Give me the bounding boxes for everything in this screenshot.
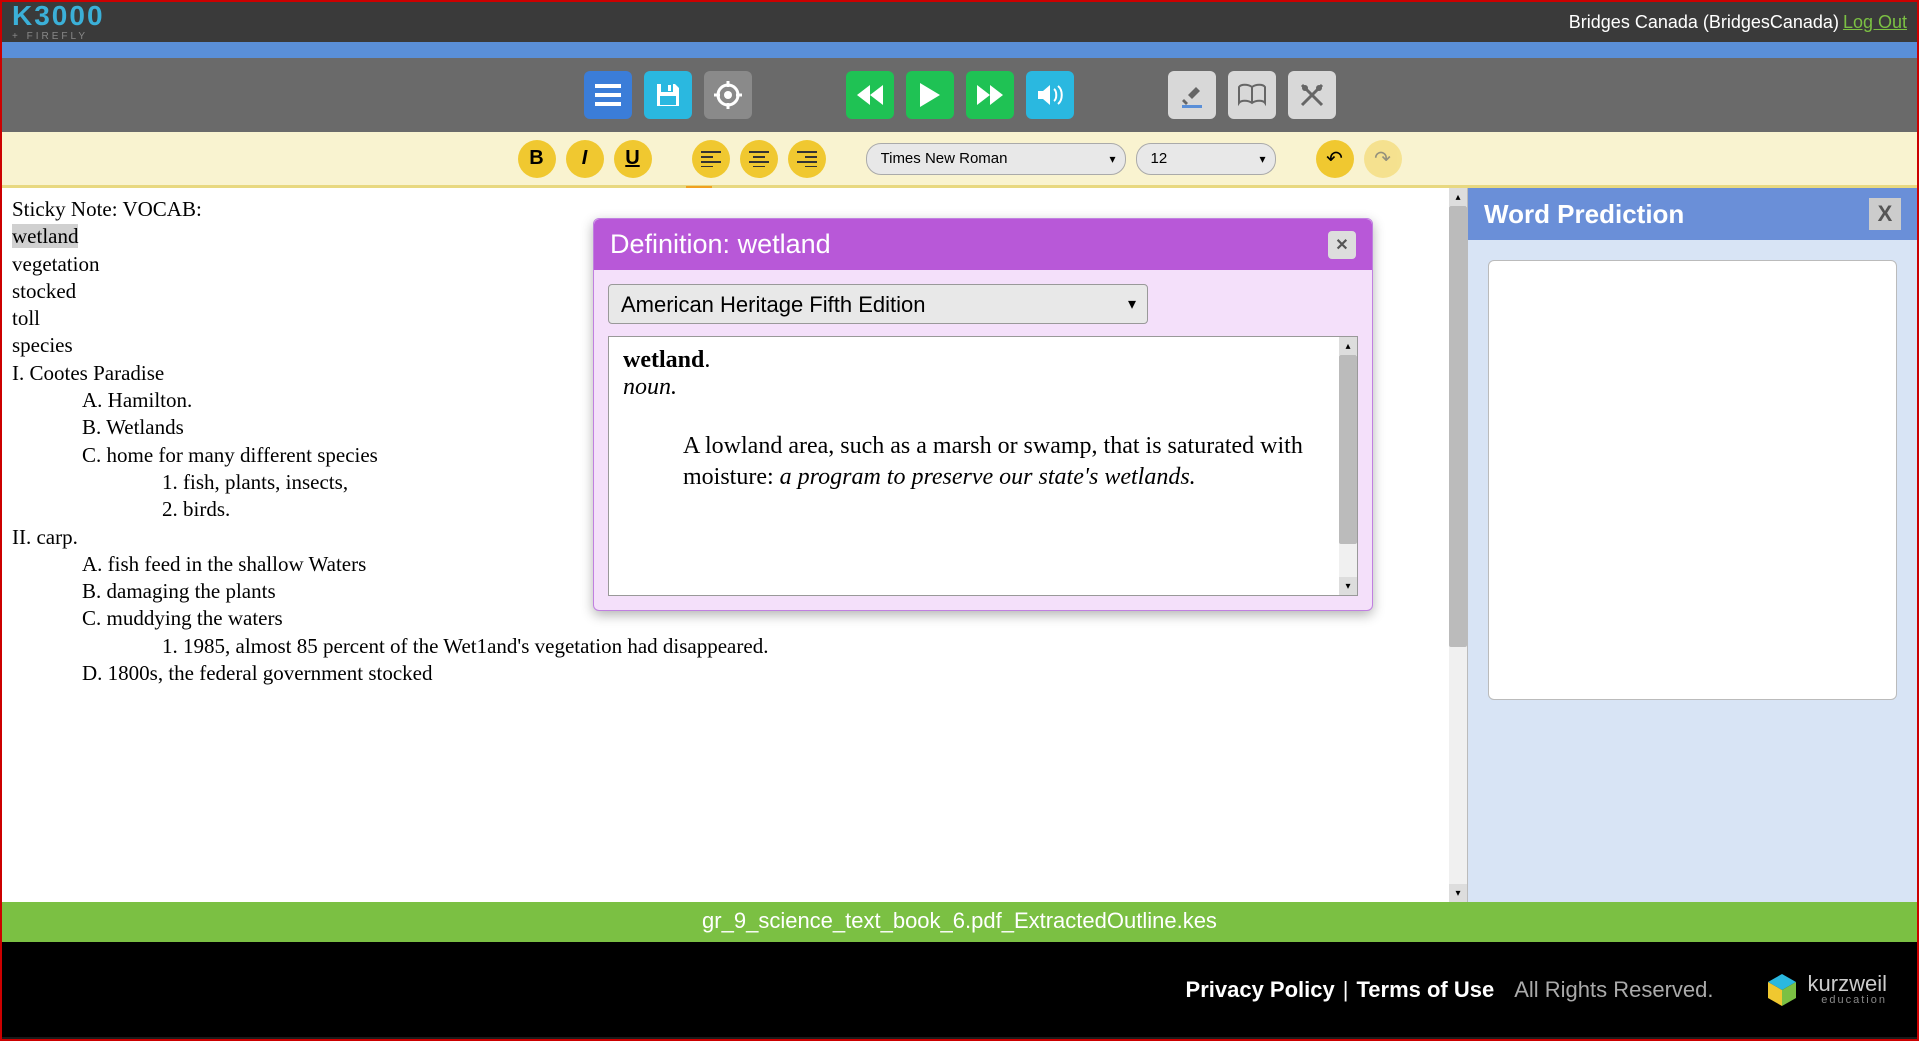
- user-info: Bridges Canada (BridgesCanada): [1569, 12, 1839, 33]
- definition-text: wetland. noun. A lowland area, such as a…: [608, 336, 1358, 596]
- cube-icon: [1764, 972, 1800, 1008]
- logout-link[interactable]: Log Out: [1843, 12, 1907, 33]
- menu-button[interactable]: [584, 71, 632, 119]
- definition-popup: Definition: wetland ✕ American Heritage …: [593, 218, 1373, 611]
- close-icon[interactable]: X: [1869, 198, 1901, 230]
- rewind-button[interactable]: [846, 71, 894, 119]
- format-toolbar: B I U Times New Roman 12 ↶ ↷: [2, 132, 1917, 188]
- filename-bar: gr_9_science_text_book_6.pdf_ExtractedOu…: [2, 902, 1917, 942]
- undo-button[interactable]: ↶: [1316, 140, 1354, 178]
- scroll-thumb[interactable]: [1339, 355, 1357, 544]
- definition-title: Definition: wetland: [610, 229, 831, 260]
- vocab-word-highlighted[interactable]: wetland: [12, 224, 78, 248]
- save-button[interactable]: [644, 71, 692, 119]
- brand-name: kurzweil: [1808, 973, 1887, 995]
- close-icon[interactable]: ✕: [1328, 231, 1356, 259]
- audio-button[interactable]: [1026, 71, 1074, 119]
- outline-line[interactable]: D. 1800s, the federal government stocked: [12, 660, 1457, 687]
- bold-button[interactable]: B: [518, 140, 556, 178]
- footer: Privacy Policy | Terms of Use All Rights…: [2, 942, 1917, 1037]
- brand-logo[interactable]: kurzweil education: [1764, 972, 1887, 1008]
- definition-word: wetland: [623, 347, 704, 373]
- rights-text: All Rights Reserved.: [1514, 977, 1713, 1003]
- word-prediction-title: Word Prediction: [1484, 199, 1684, 230]
- tools-button[interactable]: [1288, 71, 1336, 119]
- definition-pos: noun.: [623, 374, 677, 400]
- scroll-up-arrow[interactable]: ▴: [1339, 337, 1357, 355]
- forward-button[interactable]: [966, 71, 1014, 119]
- filename: gr_9_science_text_book_6.pdf_ExtractedOu…: [702, 908, 1217, 933]
- redo-button: ↷: [1364, 140, 1402, 178]
- definition-example: a program to preserve our state's wetlan…: [780, 464, 1196, 490]
- terms-link[interactable]: Terms of Use: [1356, 977, 1494, 1003]
- italic-button[interactable]: I: [566, 140, 604, 178]
- brand-sub: education: [1821, 995, 1887, 1006]
- scroll-down-arrow[interactable]: ▾: [1449, 884, 1467, 902]
- document-area[interactable]: Sticky Note: VOCAB: wetland vegetation s…: [2, 188, 1467, 902]
- dictionary-select[interactable]: American Heritage Fifth Edition: [608, 284, 1148, 324]
- word-prediction-list[interactable]: [1488, 260, 1897, 700]
- vertical-scrollbar[interactable]: ▴ ▾: [1449, 188, 1467, 902]
- privacy-link[interactable]: Privacy Policy: [1186, 977, 1335, 1003]
- highlight-tool-button[interactable]: [1168, 71, 1216, 119]
- play-button[interactable]: [906, 71, 954, 119]
- logo-main: K3000: [12, 2, 105, 30]
- app-logo[interactable]: K3000 + FIREFLY: [12, 2, 105, 42]
- font-size-select[interactable]: 12: [1136, 143, 1276, 175]
- scroll-up-arrow[interactable]: ▴: [1449, 188, 1467, 206]
- scroll-thumb[interactable]: [1449, 206, 1467, 647]
- font-select[interactable]: Times New Roman: [866, 143, 1126, 175]
- align-left-button[interactable]: [692, 140, 730, 178]
- logo-sub: + FIREFLY: [12, 32, 105, 42]
- underline-button[interactable]: U: [614, 140, 652, 178]
- align-right-button[interactable]: [788, 140, 826, 178]
- scroll-down-arrow[interactable]: ▾: [1339, 577, 1357, 595]
- main-toolbar: [2, 58, 1917, 132]
- settings-button[interactable]: [704, 71, 752, 119]
- word-prediction-panel: Word Prediction X: [1467, 188, 1917, 902]
- dictionary-button[interactable]: [1228, 71, 1276, 119]
- align-center-button[interactable]: [740, 140, 778, 178]
- outline-line[interactable]: 1. 1985, almost 85 percent of the Wet1an…: [12, 633, 1457, 660]
